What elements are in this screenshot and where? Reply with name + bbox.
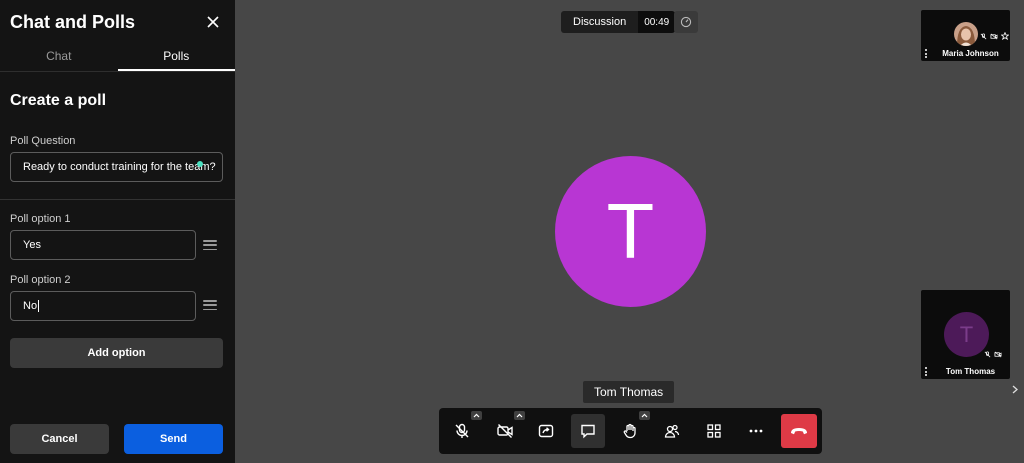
send-button[interactable]: Send bbox=[124, 424, 223, 454]
camera-off-icon bbox=[497, 424, 513, 438]
tile-view-icon bbox=[707, 424, 721, 438]
chat-icon bbox=[581, 424, 595, 439]
tile-status-icons bbox=[980, 32, 1009, 40]
tile-view-button[interactable] bbox=[697, 414, 731, 448]
stage-label: Discussion bbox=[561, 11, 639, 33]
participants-icon bbox=[664, 424, 680, 438]
connection-quality-button[interactable] bbox=[674, 11, 698, 33]
chat-button[interactable] bbox=[571, 414, 605, 448]
share-screen-icon bbox=[538, 424, 554, 438]
next-page-button[interactable] bbox=[1009, 383, 1021, 395]
tab-chat[interactable]: Chat bbox=[0, 44, 118, 71]
participant-avatar: T bbox=[944, 312, 989, 357]
camera-off-icon bbox=[990, 33, 998, 39]
mic-muted-icon bbox=[984, 351, 991, 358]
stage-timer: 00:49 bbox=[638, 11, 676, 33]
panel-title: Chat and Polls bbox=[10, 11, 136, 32]
main-participant-avatar: T bbox=[555, 156, 706, 307]
more-actions-button[interactable] bbox=[739, 414, 773, 448]
poll-option-2-label: Poll option 2 bbox=[10, 274, 71, 286]
poll-option-2-value: No bbox=[23, 300, 38, 312]
panel-header: Chat and Polls bbox=[0, 0, 235, 44]
drag-handle-icon[interactable] bbox=[203, 300, 217, 310]
participant-tile[interactable]: T Tom Thomas bbox=[921, 290, 1010, 379]
drag-handle-icon[interactable] bbox=[203, 240, 217, 250]
chevron-up-icon bbox=[516, 413, 523, 418]
mouse-cursor-indicator bbox=[197, 161, 203, 167]
main-participant-name: Tom Thomas bbox=[583, 381, 675, 403]
panel-tabs: Chat Polls bbox=[0, 44, 235, 72]
participants-button[interactable] bbox=[655, 414, 689, 448]
poll-option-1-label: Poll option 1 bbox=[10, 213, 71, 225]
participant-photo bbox=[954, 22, 978, 46]
reactions-options-button[interactable] bbox=[639, 411, 650, 420]
poll-option-2-input[interactable]: No bbox=[10, 291, 196, 321]
chat-polls-panel: Chat and Polls Chat Polls Create a poll … bbox=[0, 0, 235, 463]
stage-status: Discussion 00:49 bbox=[561, 11, 676, 33]
poll-question-label: Poll Question bbox=[10, 135, 76, 147]
tile-menu-icon[interactable] bbox=[924, 49, 928, 58]
add-option-button[interactable]: Add option bbox=[10, 338, 223, 368]
tile-status-icons bbox=[984, 351, 1002, 358]
star-icon[interactable] bbox=[1001, 32, 1009, 40]
mic-muted-icon bbox=[980, 32, 987, 39]
tile-participant-name: Maria Johnson bbox=[942, 49, 999, 58]
hang-up-button[interactable] bbox=[781, 414, 817, 448]
phone-hangup-icon bbox=[791, 428, 807, 435]
chevron-up-icon bbox=[641, 413, 648, 418]
close-panel-button[interactable] bbox=[203, 12, 223, 32]
text-caret bbox=[38, 300, 40, 312]
tile-participant-name: Tom Thomas bbox=[945, 367, 996, 376]
section-divider bbox=[0, 199, 235, 200]
tab-polls[interactable]: Polls bbox=[117, 44, 235, 71]
meeting-toolbar bbox=[439, 408, 822, 454]
poll-question-input[interactable]: Ready to conduct training for the team? bbox=[10, 152, 223, 182]
cancel-button[interactable]: Cancel bbox=[10, 424, 109, 454]
more-icon bbox=[749, 429, 763, 433]
mic-muted-icon bbox=[455, 423, 469, 438]
gauge-icon bbox=[680, 16, 692, 28]
create-poll-heading: Create a poll bbox=[10, 92, 107, 109]
mic-options-button[interactable] bbox=[471, 411, 482, 420]
tile-menu-icon[interactable] bbox=[924, 367, 928, 376]
share-screen-button[interactable] bbox=[529, 414, 563, 448]
camera-off-icon bbox=[994, 351, 1002, 358]
close-icon bbox=[207, 16, 219, 28]
participant-tile[interactable]: Maria Johnson bbox=[921, 10, 1010, 61]
raise-hand-icon bbox=[623, 423, 636, 439]
chevron-right-icon bbox=[1012, 385, 1018, 393]
chevron-up-icon bbox=[473, 413, 480, 418]
poll-option-1-input[interactable]: Yes bbox=[10, 230, 196, 260]
camera-options-button[interactable] bbox=[514, 411, 525, 420]
